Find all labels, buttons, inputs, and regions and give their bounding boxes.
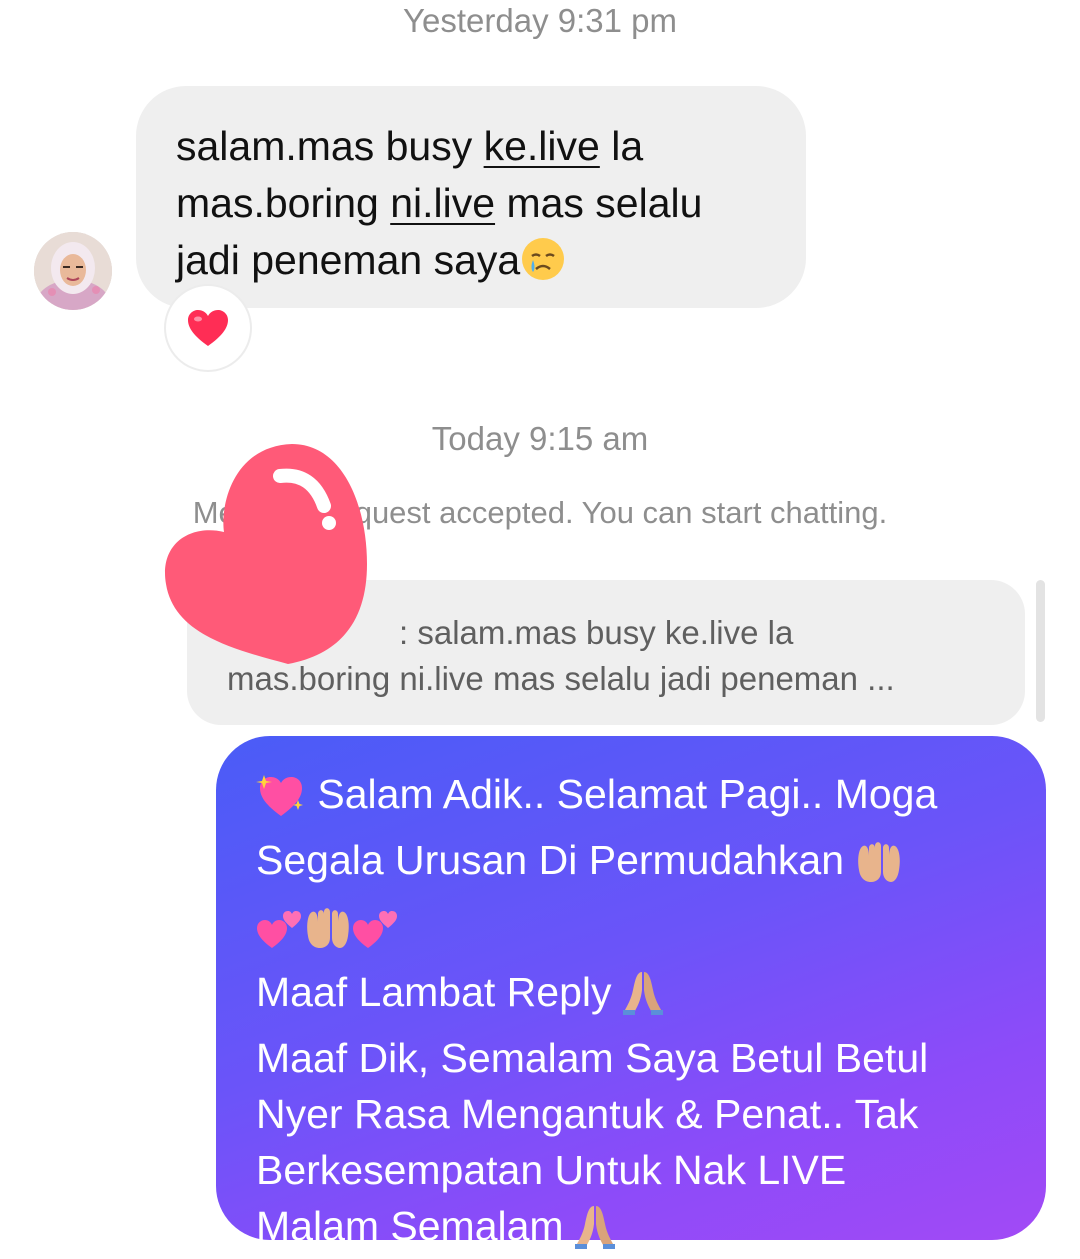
- two-hearts-icon: [352, 906, 400, 964]
- outgoing-line-2: Segala Urusan Di Permudahkan: [256, 832, 1016, 898]
- incoming-text: la: [599, 123, 644, 169]
- avatar-image: [34, 232, 112, 310]
- dm-thread: Yesterday 9:31 pm salam.mas busy ke.live…: [0, 0, 1080, 1259]
- crying-face-icon: [520, 236, 566, 297]
- outgoing-text: Malam Semalam: [256, 1203, 564, 1249]
- outgoing-line-3: [256, 898, 1016, 964]
- outgoing-message-bubble[interactable]: Salam Adik.. Selamat Pagi.. Moga Segala …: [216, 736, 1046, 1249]
- folded-hands-icon: [622, 970, 663, 1030]
- incoming-text: jadi peneman saya: [176, 237, 521, 283]
- palms-up-together-icon: [304, 906, 352, 964]
- incoming-line-2: mas.boring ni.live mas selalu: [176, 175, 776, 232]
- heart-reaction[interactable]: [164, 284, 252, 372]
- outgoing-line-5: Maaf Dik, Semalam Saya Betul Betul: [256, 1035, 929, 1081]
- timestamp-yesterday: Yesterday 9:31 pm: [403, 2, 677, 39]
- outgoing-line-8: Malam Semalam: [256, 1198, 1016, 1259]
- two-hearts-icon: [256, 906, 304, 964]
- incoming-line-3: jadi peneman saya: [176, 232, 776, 297]
- heart-sticker-overlay: [165, 444, 367, 664]
- incoming-text: mas.boring: [176, 180, 391, 226]
- incoming-line-1: salam.mas busy ke.live la: [176, 118, 776, 175]
- outgoing-line-6: Nyer Rasa Mengantuk & Penat.. Tak: [256, 1091, 919, 1137]
- incoming-text: salam.mas busy: [176, 123, 484, 169]
- outgoing-line-1: Salam Adik.. Selamat Pagi.. Moga: [256, 766, 1016, 832]
- sparkling-heart-icon: [256, 772, 306, 832]
- scrollbar[interactable]: [1036, 580, 1045, 722]
- outgoing-text: Salam Adik.. Selamat Pagi.. Moga: [317, 771, 938, 817]
- outgoing-text: Maaf Lambat Reply: [256, 969, 612, 1015]
- link-ni-live[interactable]: ni.live: [390, 180, 495, 226]
- incoming-message-bubble[interactable]: salam.mas busy ke.live la mas.boring ni.…: [136, 86, 806, 308]
- outgoing-line-7: Berkesempatan Untuk Nak LIVE: [256, 1147, 847, 1193]
- link-ke-live[interactable]: ke.live: [484, 123, 600, 169]
- heart-reaction-icon: [188, 310, 228, 346]
- palms-up-together-icon: [855, 840, 903, 898]
- folded-hands-icon: [575, 1204, 615, 1259]
- sender-avatar[interactable]: [34, 232, 112, 310]
- incoming-text: mas selalu: [495, 180, 703, 226]
- outgoing-text: Segala Urusan Di Permudahkan: [256, 837, 844, 883]
- outgoing-line-4: Maaf Lambat Reply: [256, 964, 1016, 1030]
